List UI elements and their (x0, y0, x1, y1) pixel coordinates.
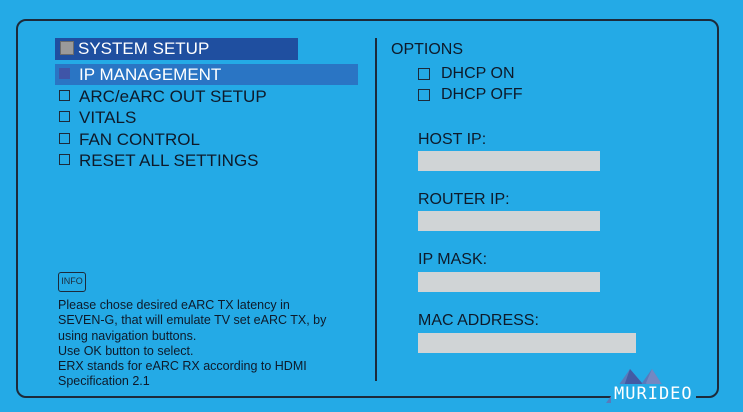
menu-item-fan-control[interactable]: FAN CONTROL (55, 129, 358, 150)
checkbox-icon (59, 133, 70, 144)
ip-mask-label: IP MASK: (418, 251, 488, 268)
menu-item-label: ARC/eARC OUT SETUP (79, 87, 267, 106)
menu-item-label: FAN CONTROL (79, 130, 200, 149)
router-ip-label: ROUTER IP: (418, 191, 510, 208)
checkbox-icon (418, 89, 430, 101)
info-line: using navigation buttons. (58, 328, 197, 343)
checkbox-icon (59, 154, 70, 165)
checkbox-icon (59, 68, 70, 79)
info-line: SEVEN-G, that will emulate TV set eARC T… (58, 313, 327, 328)
options-title: OPTIONS (391, 41, 464, 58)
menu-item-reset-all-settings[interactable]: RESET ALL SETTINGS (55, 150, 358, 171)
info-line: ERX stands for eARC RX according to HDMI (58, 359, 307, 374)
menu-item-vitals[interactable]: VITALS (55, 107, 358, 128)
info-line: Use OK button to select. (58, 343, 194, 358)
info-line: Please chose desired eARC TX latency in (58, 298, 290, 312)
info-button[interactable]: INFO (58, 272, 86, 292)
menu-item-label: VITALS (79, 108, 137, 127)
checkbox-icon (59, 90, 70, 101)
menu-item-label: IP MANAGEMENT (79, 65, 222, 84)
mac-address-label: MAC ADDRESS: (418, 312, 539, 329)
menu-item-arc-earc-out-setup[interactable]: ARC/eARC OUT SETUP (55, 86, 358, 107)
host-ip-field[interactable] (418, 151, 600, 171)
osd-screen: SYSTEM SETUP IP MANAGEMENT ARC/eARC OUT … (0, 0, 743, 412)
router-ip-field[interactable] (418, 211, 600, 231)
info-line: Specification 2.1 (58, 374, 150, 389)
checkbox-icon (418, 68, 430, 80)
host-ip-label: HOST IP: (418, 131, 487, 148)
info-description: Please chose desired eARC TX latency in … (58, 298, 358, 390)
column-divider (375, 38, 377, 381)
ip-mask-field[interactable] (418, 272, 600, 292)
brand-name: MURIDEO (611, 384, 696, 404)
checkbox-icon (59, 111, 70, 122)
menu-title-icon (60, 41, 74, 55)
dhcp-off-label: DHCP OFF (441, 86, 523, 103)
mac-address-field[interactable] (418, 333, 636, 353)
dhcp-on-label: DHCP ON (441, 65, 515, 82)
menu-title-bar: SYSTEM SETUP (55, 38, 298, 60)
menu-item-label: RESET ALL SETTINGS (79, 151, 259, 170)
menu-title: SYSTEM SETUP (78, 39, 210, 58)
menu-item-ip-management[interactable]: IP MANAGEMENT (55, 64, 358, 85)
